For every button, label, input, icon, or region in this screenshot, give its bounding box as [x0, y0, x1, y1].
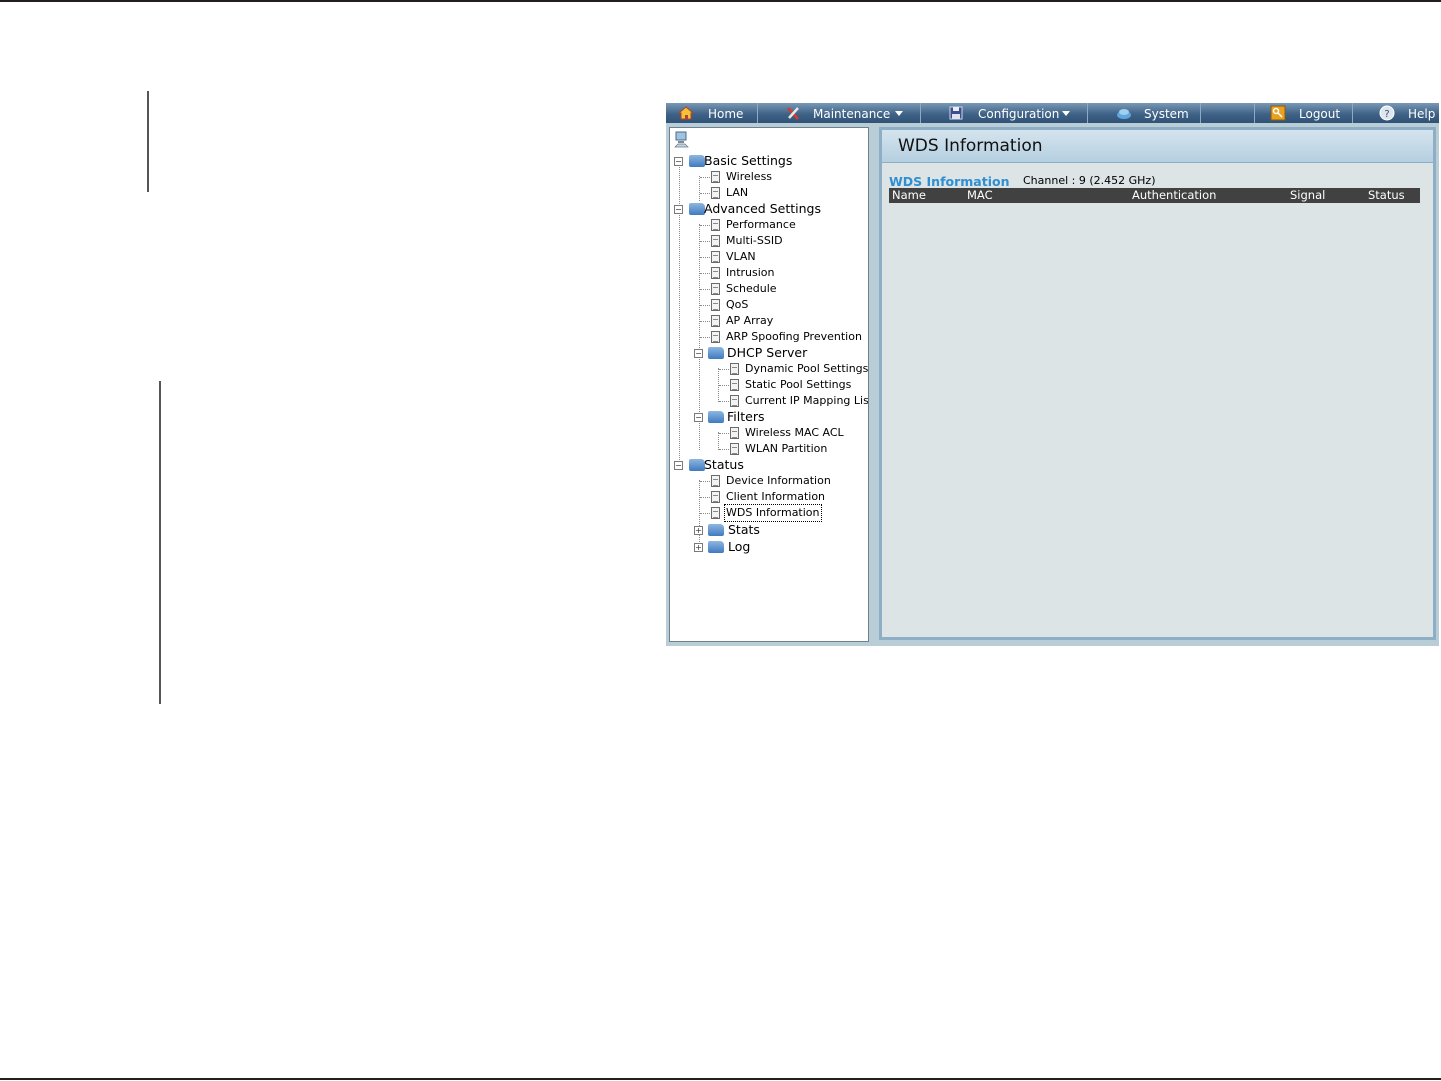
- top-rule: [0, 0, 1441, 2]
- floppy-disk-icon: [949, 106, 963, 120]
- document-icon: [711, 235, 720, 247]
- page-title: WDS Information: [898, 136, 1043, 156]
- column-signal: Signal: [1290, 188, 1326, 202]
- bottom-rule: [0, 1078, 1441, 1080]
- folder-icon: [708, 411, 724, 423]
- key-icon: [1270, 105, 1286, 121]
- tree-line: [699, 176, 700, 201]
- home-icon: [678, 106, 694, 120]
- menu-spacer: [1201, 103, 1255, 123]
- document-icon: [711, 491, 720, 503]
- document-icon: [711, 219, 720, 231]
- column-mac: MAC: [967, 188, 993, 202]
- section-label: WDS Information: [889, 174, 1010, 189]
- folder-icon: [708, 347, 724, 359]
- document-icon: [730, 443, 739, 455]
- menu-logout[interactable]: Logout: [1255, 103, 1353, 123]
- menu-maintenance[interactable]: Maintenance: [758, 103, 921, 123]
- app-window: Home Maintenance Configuration System Lo…: [666, 103, 1439, 646]
- content-panel: WDS Information WDS Information Channel …: [879, 127, 1436, 640]
- menu-bar: Home Maintenance Configuration System Lo…: [666, 103, 1439, 123]
- menu-system[interactable]: System: [1088, 103, 1201, 123]
- folder-icon: [708, 541, 724, 553]
- chevron-down-icon: [895, 111, 903, 116]
- document-icon: [730, 395, 739, 407]
- folder-icon: [689, 459, 705, 471]
- expand-toggle[interactable]: +: [694, 526, 703, 535]
- navigation-tree: − Basic Settings Wireless LAN − Advanced…: [669, 127, 869, 642]
- network-computer-icon: [674, 131, 689, 148]
- content-header: WDS Information: [882, 130, 1433, 163]
- document-icon: [730, 427, 739, 439]
- document-icon: [711, 475, 720, 487]
- tree-line: [718, 432, 719, 450]
- document-icon: [711, 267, 720, 279]
- folder-icon: [689, 155, 705, 167]
- collapse-toggle[interactable]: −: [694, 349, 703, 358]
- document-icon: [711, 171, 720, 183]
- collapse-toggle[interactable]: −: [674, 461, 683, 470]
- collapse-toggle[interactable]: −: [674, 157, 683, 166]
- svg-text:?: ?: [1384, 109, 1389, 120]
- document-icon: [711, 315, 720, 327]
- column-status: Status: [1368, 188, 1405, 202]
- document-icon: [730, 379, 739, 391]
- callout-line-2: [159, 381, 161, 704]
- document-icon: [730, 363, 739, 375]
- document-icon: [711, 187, 720, 199]
- system-icon: [1117, 109, 1131, 119]
- folder-icon: [708, 524, 724, 536]
- channel-info: Channel : 9 (2.452 GHz): [1023, 174, 1156, 187]
- expand-toggle[interactable]: +: [694, 543, 703, 552]
- document-icon: [711, 251, 720, 263]
- help-icon: ?: [1379, 105, 1395, 121]
- callout-line-1: [147, 91, 149, 192]
- tree-line: [699, 480, 700, 548]
- chevron-down-icon: [1062, 111, 1070, 116]
- menu-help[interactable]: ? Help: [1353, 103, 1439, 123]
- column-authentication: Authentication: [1132, 188, 1217, 202]
- collapse-toggle[interactable]: −: [694, 413, 703, 422]
- document-icon: [711, 299, 720, 311]
- menu-home[interactable]: Home: [666, 103, 758, 123]
- menu-configuration[interactable]: Configuration: [921, 103, 1088, 123]
- document-icon: [711, 331, 720, 343]
- table-header: Name MAC Authentication Signal Status: [889, 188, 1420, 203]
- column-name: Name: [892, 188, 926, 202]
- folder-icon: [689, 203, 705, 215]
- collapse-toggle[interactable]: −: [674, 205, 683, 214]
- tools-icon: [787, 107, 799, 120]
- document-icon: [711, 507, 720, 519]
- document-icon: [711, 283, 720, 295]
